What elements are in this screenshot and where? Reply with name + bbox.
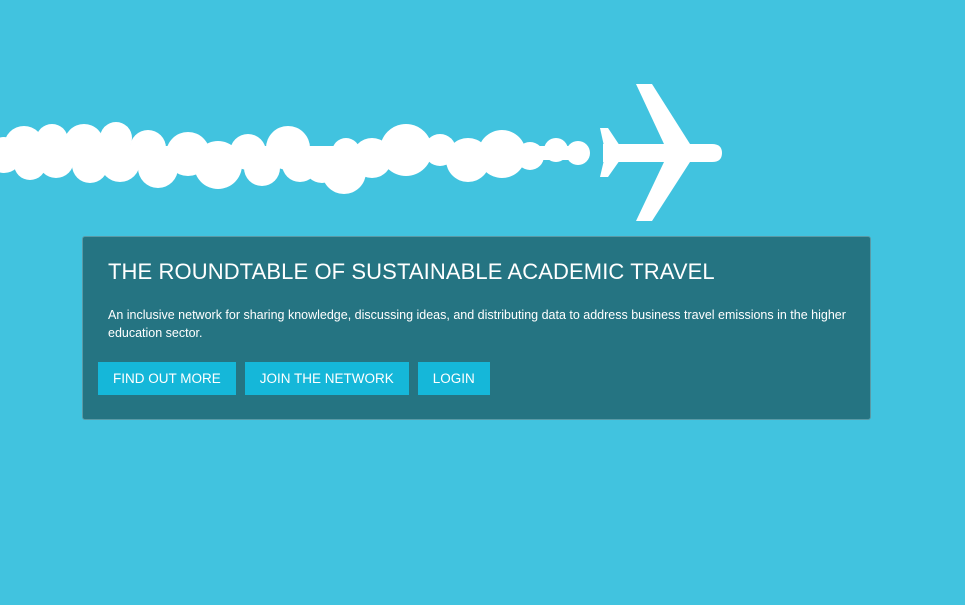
hero-description: An inclusive network for sharing knowled… xyxy=(108,308,846,340)
hero-illustration xyxy=(0,84,722,221)
hero-panel: THE ROUNDTABLE OF SUSTAINABLE ACADEMIC T… xyxy=(82,236,871,420)
contrail-clouds xyxy=(0,122,590,194)
login-button[interactable]: LOGIN xyxy=(417,362,490,395)
find-out-more-button[interactable]: FIND OUT MORE xyxy=(98,362,236,395)
hero-button-row: FIND OUT MORE JOIN THE NETWORK LOGIN xyxy=(98,362,490,395)
join-network-button[interactable]: JOIN THE NETWORK xyxy=(244,362,409,395)
page-title: THE ROUNDTABLE OF SUSTAINABLE ACADEMIC T… xyxy=(108,259,715,284)
airplane-icon xyxy=(600,84,722,221)
